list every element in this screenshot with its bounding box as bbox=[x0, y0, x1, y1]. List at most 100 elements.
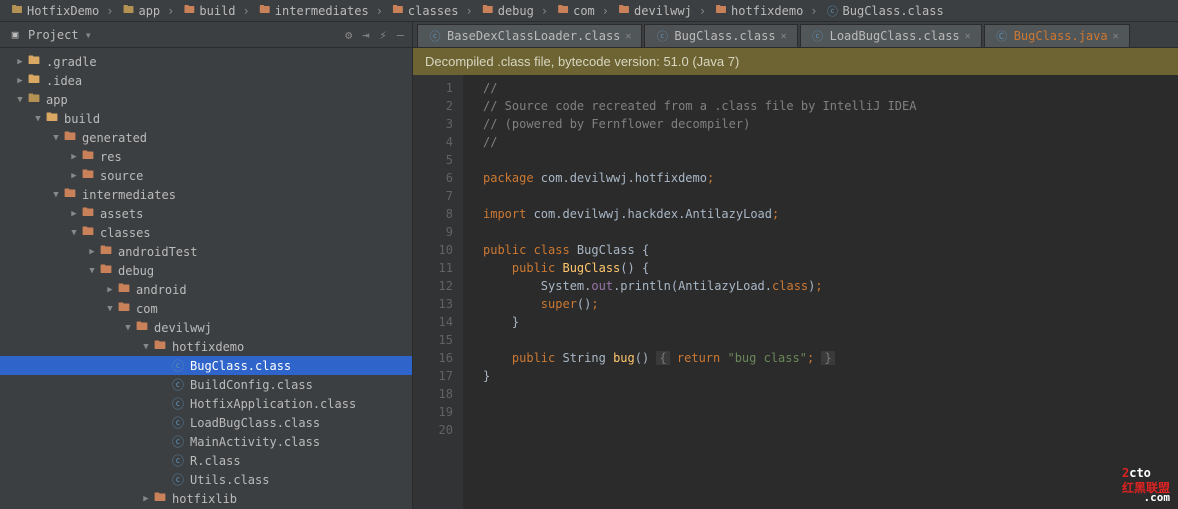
tree-node[interactable]: ⓒBugClass.class bbox=[0, 356, 412, 375]
class-icon: ⓒ bbox=[170, 376, 186, 393]
folder-b-icon: 🖿 bbox=[116, 279, 132, 300]
folder-icon: 🖿 bbox=[391, 4, 405, 18]
expand-arrow[interactable]: ▶ bbox=[86, 247, 98, 257]
class-icon: ⓒ bbox=[655, 29, 669, 43]
expand-arrow[interactable]: ▶ bbox=[140, 494, 152, 504]
sidebar-title: Project bbox=[28, 28, 79, 42]
tree-node[interactable]: ▼🖿intermediates bbox=[0, 185, 412, 204]
editor-tab[interactable]: ⒸBugClass.java✕ bbox=[984, 24, 1130, 47]
expand-arrow[interactable]: ▶ bbox=[68, 152, 80, 162]
class-icon: ⓒ bbox=[811, 29, 825, 43]
tree-node[interactable]: ▼🖿generated bbox=[0, 128, 412, 147]
folder-s-icon: 🖿 bbox=[44, 108, 60, 129]
code-editor[interactable]: 1234567891011121314151617181920 //// Sou… bbox=[413, 75, 1178, 509]
tree-node[interactable]: ▼🖿debug bbox=[0, 261, 412, 280]
tree-node[interactable]: ▼🖿app bbox=[0, 90, 412, 109]
tree-node[interactable]: ▼🖿devilwwj bbox=[0, 318, 412, 337]
tree-node[interactable]: ⓒBuildConfig.class bbox=[0, 375, 412, 394]
close-tab-icon[interactable]: ✕ bbox=[965, 31, 971, 42]
folder-icon: 🖿 bbox=[258, 4, 272, 18]
tree-node[interactable]: ▶🖿.gradle bbox=[0, 52, 412, 71]
expand-arrow[interactable]: ▶ bbox=[104, 285, 116, 295]
collapse-icon[interactable]: ⇥ bbox=[362, 28, 369, 42]
breadcrumb-item[interactable]: ⓒBugClass.class bbox=[822, 4, 955, 18]
expand-arrow[interactable]: ▶ bbox=[14, 57, 26, 67]
class-icon: ⓒ bbox=[170, 452, 186, 469]
folder-b-icon: 🖿 bbox=[134, 317, 150, 338]
expand-arrow[interactable]: ▶ bbox=[14, 76, 26, 86]
breadcrumb-item[interactable]: 🖿app bbox=[117, 4, 178, 18]
tree-node[interactable]: ▶🖿androidTest bbox=[0, 242, 412, 261]
class-icon: ⓒ bbox=[170, 471, 186, 488]
breadcrumb-item[interactable]: 🖿intermediates bbox=[254, 4, 387, 18]
dropdown-icon[interactable]: ▾ bbox=[85, 28, 92, 42]
class-icon: ⓒ bbox=[826, 4, 840, 18]
sidebar-header: ▣ Project ▾ ⚙ ⇥ ⚡ — bbox=[0, 22, 412, 48]
breadcrumb-item[interactable]: 🖿debug bbox=[477, 4, 552, 18]
expand-arrow[interactable]: ▼ bbox=[104, 304, 116, 314]
tree-node[interactable]: ⓒHotfixApplication.class bbox=[0, 394, 412, 413]
tree-node[interactable]: ▼🖿hotfixdemo bbox=[0, 337, 412, 356]
code-text[interactable]: //// Source code recreated from a .class… bbox=[463, 75, 1178, 509]
close-tab-icon[interactable]: ✕ bbox=[1113, 31, 1119, 42]
editor-tabs: ⓒBaseDexClassLoader.class✕ⓒBugClass.clas… bbox=[413, 22, 1178, 48]
expand-arrow[interactable]: ▼ bbox=[68, 228, 80, 238]
tree-node[interactable]: ▼🖿build bbox=[0, 109, 412, 128]
breadcrumb-item[interactable]: 🖿build bbox=[178, 4, 253, 18]
tree-node[interactable]: ▶🖿hotfixlib bbox=[0, 489, 412, 508]
settings-icon[interactable]: ⚙ bbox=[345, 28, 352, 42]
class-icon: ⓒ bbox=[428, 29, 442, 43]
class-icon: ⓒ bbox=[170, 414, 186, 431]
folder-b-icon: 🖿 bbox=[152, 336, 168, 357]
breadcrumb-item[interactable]: 🖿devilwwj bbox=[613, 4, 710, 18]
breadcrumb-item[interactable]: 🖿HotfixDemo bbox=[6, 4, 117, 18]
expand-arrow[interactable]: ▼ bbox=[122, 323, 134, 333]
folder-b-icon: 🖿 bbox=[116, 298, 132, 319]
folder-b-icon: 🖿 bbox=[80, 165, 96, 186]
hide-icon[interactable]: — bbox=[397, 28, 404, 42]
tree-node[interactable]: ▶🖿.idea bbox=[0, 71, 412, 90]
folder-b-icon: 🖿 bbox=[62, 127, 78, 148]
editor-area: ⓒBaseDexClassLoader.class✕ⓒBugClass.clas… bbox=[413, 22, 1178, 509]
tree-node[interactable]: ▶🖿source bbox=[0, 166, 412, 185]
class-icon: ⓒ bbox=[170, 433, 186, 450]
project-tree[interactable]: ▶🖿.gradle▶🖿.idea▼🖿app▼🖿build▼🖿generated▶… bbox=[0, 48, 412, 509]
tree-node[interactable]: ⓒR.class bbox=[0, 451, 412, 470]
expand-arrow[interactable]: ▶ bbox=[68, 209, 80, 219]
breadcrumb-item[interactable]: 🖿classes bbox=[387, 4, 477, 18]
folder-b-icon: 🖿 bbox=[80, 146, 96, 167]
tree-node[interactable]: ⓒUtils.class bbox=[0, 470, 412, 489]
expand-arrow[interactable]: ▼ bbox=[140, 342, 152, 352]
folder-b-icon: 🖿 bbox=[80, 203, 96, 224]
tree-node[interactable]: ▼🖿classes bbox=[0, 223, 412, 242]
class-icon: ⓒ bbox=[170, 357, 186, 374]
folder-b-icon: 🖿 bbox=[98, 241, 114, 262]
folder-icon: 🖿 bbox=[481, 4, 495, 18]
editor-tab[interactable]: ⓒBugClass.class✕ bbox=[644, 24, 797, 47]
project-icon: ▣ bbox=[8, 28, 22, 42]
editor-tab[interactable]: ⓒBaseDexClassLoader.class✕ bbox=[417, 24, 642, 47]
expand-arrow[interactable]: ▼ bbox=[50, 133, 62, 143]
folder-icon: 🖿 bbox=[26, 89, 42, 110]
opts-icon[interactable]: ⚡ bbox=[380, 28, 387, 42]
close-tab-icon[interactable]: ✕ bbox=[625, 31, 631, 42]
breadcrumb-item[interactable]: 🖿hotfixdemo bbox=[710, 4, 821, 18]
breadcrumb-item[interactable]: 🖿com bbox=[552, 4, 613, 18]
expand-arrow[interactable]: ▼ bbox=[14, 95, 26, 105]
close-tab-icon[interactable]: ✕ bbox=[781, 31, 787, 42]
class-icon: ⓒ bbox=[170, 395, 186, 412]
folder-icon: 🖿 bbox=[182, 4, 196, 18]
expand-arrow[interactable]: ▼ bbox=[32, 114, 44, 124]
tree-node[interactable]: ▶🖿android bbox=[0, 280, 412, 299]
expand-arrow[interactable]: ▶ bbox=[68, 171, 80, 181]
tree-node[interactable]: ▶🖿assets bbox=[0, 204, 412, 223]
tree-node[interactable]: ▶🖿res bbox=[0, 147, 412, 166]
tree-node[interactable]: ⓒMainActivity.class bbox=[0, 432, 412, 451]
editor-tab[interactable]: ⓒLoadBugClass.class✕ bbox=[800, 24, 982, 47]
folder-icon: 🖿 bbox=[617, 4, 631, 18]
tree-node[interactable]: ⓒLoadBugClass.class bbox=[0, 413, 412, 432]
expand-arrow[interactable]: ▼ bbox=[86, 266, 98, 276]
expand-arrow[interactable]: ▼ bbox=[50, 190, 62, 200]
tree-node[interactable]: ▼🖿com bbox=[0, 299, 412, 318]
folder-icon: 🖿 bbox=[714, 4, 728, 18]
